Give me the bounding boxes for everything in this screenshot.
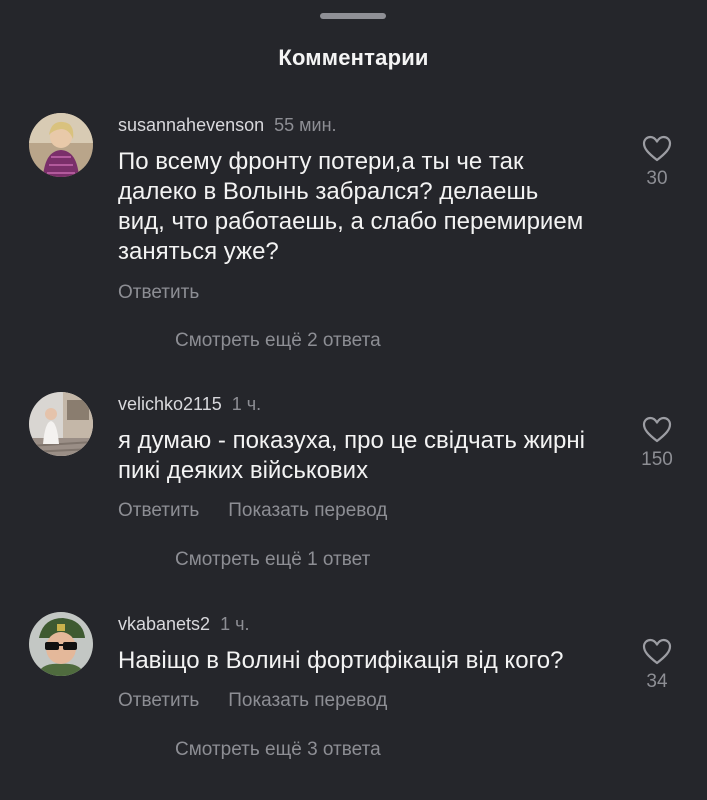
comment-item: vkabanets2 1 ч. Навіщо в Волині фортифіка… [0,612,707,772]
heart-icon[interactable] [642,135,672,162]
like-count: 34 [646,671,668,692]
view-more-replies[interactable]: Смотреть ещё 1 ответ [175,548,370,572]
heart-icon[interactable] [642,638,672,665]
comment-item: velichko2115 1 ч. я думаю - показуха, про… [0,392,707,582]
user-avatar-icon[interactable] [29,113,93,177]
username[interactable]: vkabanets2 [118,614,210,634]
username[interactable]: susannahevenson [118,115,264,135]
user-avatar-icon[interactable] [29,392,93,456]
comment-text: я думаю - показуха, про це свідчать жирн… [118,427,585,484]
sheet-title: Комментарии [278,45,429,70]
comment-text: По всему фронту потери,а ты че так далек… [118,148,584,265]
username[interactable]: velichko2115 [118,394,222,414]
comment-item: susannahevenson 55 мин. По всему фронту п… [0,113,707,363]
view-more-replies[interactable]: Смотреть ещё 3 ответа [175,738,381,762]
user-avatar-icon[interactable] [29,612,93,676]
like-count: 150 [641,449,673,470]
reply-button[interactable]: Ответить [118,690,199,711]
like-control[interactable]: 30 [630,135,684,190]
heart-icon[interactable] [642,416,672,443]
translate-button[interactable]: Показать перевод [228,690,387,711]
comment-actions: Ответить Показать перевод [118,499,387,523]
comment-meta: velichko2115 1 ч. [118,392,261,416]
comment-meta: susannahevenson 55 мин. [118,113,337,137]
like-control[interactable]: 34 [630,638,684,693]
comment-time: 55 мин. [274,115,337,135]
comment-actions: Ответить [118,281,199,305]
comment-time: 1 ч. [231,394,262,414]
comment-meta: vkabanets2 1 ч. [118,612,249,636]
comment-actions: Ответить Показать перевод [118,689,387,713]
comment-time: 1 ч. [220,614,250,634]
like-count: 30 [646,168,668,189]
comment-text: Навіщо в Волині фортифікація від кого? [118,647,564,674]
view-more-replies[interactable]: Смотреть ещё 2 ответа [175,329,381,353]
translate-button[interactable]: Показать перевод [228,500,387,521]
drag-handle[interactable] [320,13,386,19]
reply-button[interactable]: Ответить [118,282,199,303]
like-control[interactable]: 150 [630,416,684,471]
reply-button[interactable]: Ответить [118,500,199,521]
